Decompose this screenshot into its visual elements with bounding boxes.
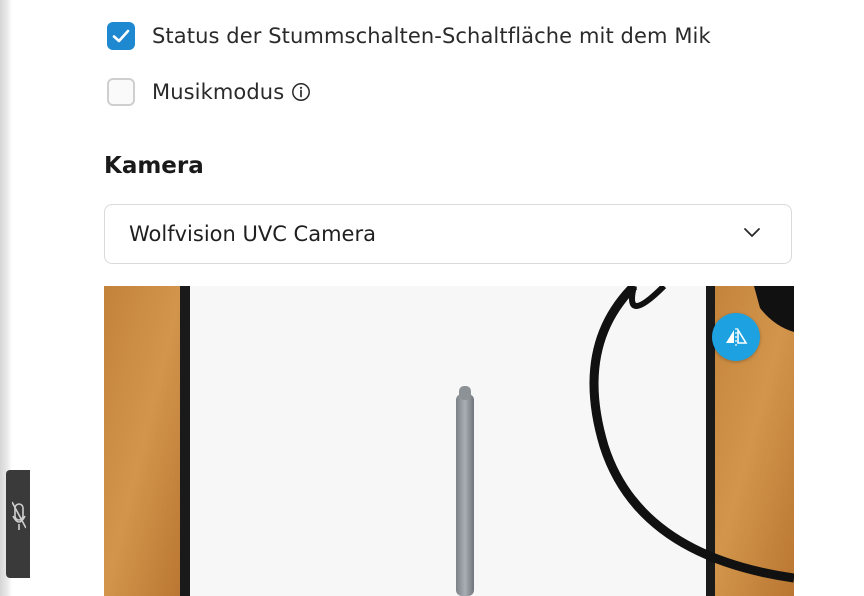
sync-mute-checkbox[interactable] <box>107 22 135 50</box>
camera-preview <box>104 286 794 596</box>
mute-toggle-tab[interactable] <box>6 470 30 578</box>
info-icon[interactable] <box>291 82 311 102</box>
camera-select-value: Wolfvision UVC Camera <box>129 222 376 246</box>
music-mode-label: Musikmodus <box>152 80 285 104</box>
music-mode-row[interactable]: Musikmodus <box>107 78 311 106</box>
camera-select[interactable]: Wolfvision UVC Camera <box>104 204 792 264</box>
camera-section-title: Kamera <box>104 153 204 179</box>
music-mode-checkbox[interactable] <box>107 78 135 106</box>
sync-mute-row[interactable]: Status der Stummschalten-Schaltfläche mi… <box>107 22 711 50</box>
settings-page: Status der Stummschalten-Schaltfläche mi… <box>0 0 864 596</box>
flip-camera-button[interactable] <box>712 313 760 361</box>
sync-mute-label: Status der Stummschalten-Schaltfläche mi… <box>152 24 711 48</box>
camera-preview-image <box>104 286 794 596</box>
microphone-off-icon <box>12 501 26 530</box>
chevron-down-icon <box>744 228 760 237</box>
flip-horizontal-icon <box>726 328 748 346</box>
checkmark-icon <box>112 29 130 43</box>
